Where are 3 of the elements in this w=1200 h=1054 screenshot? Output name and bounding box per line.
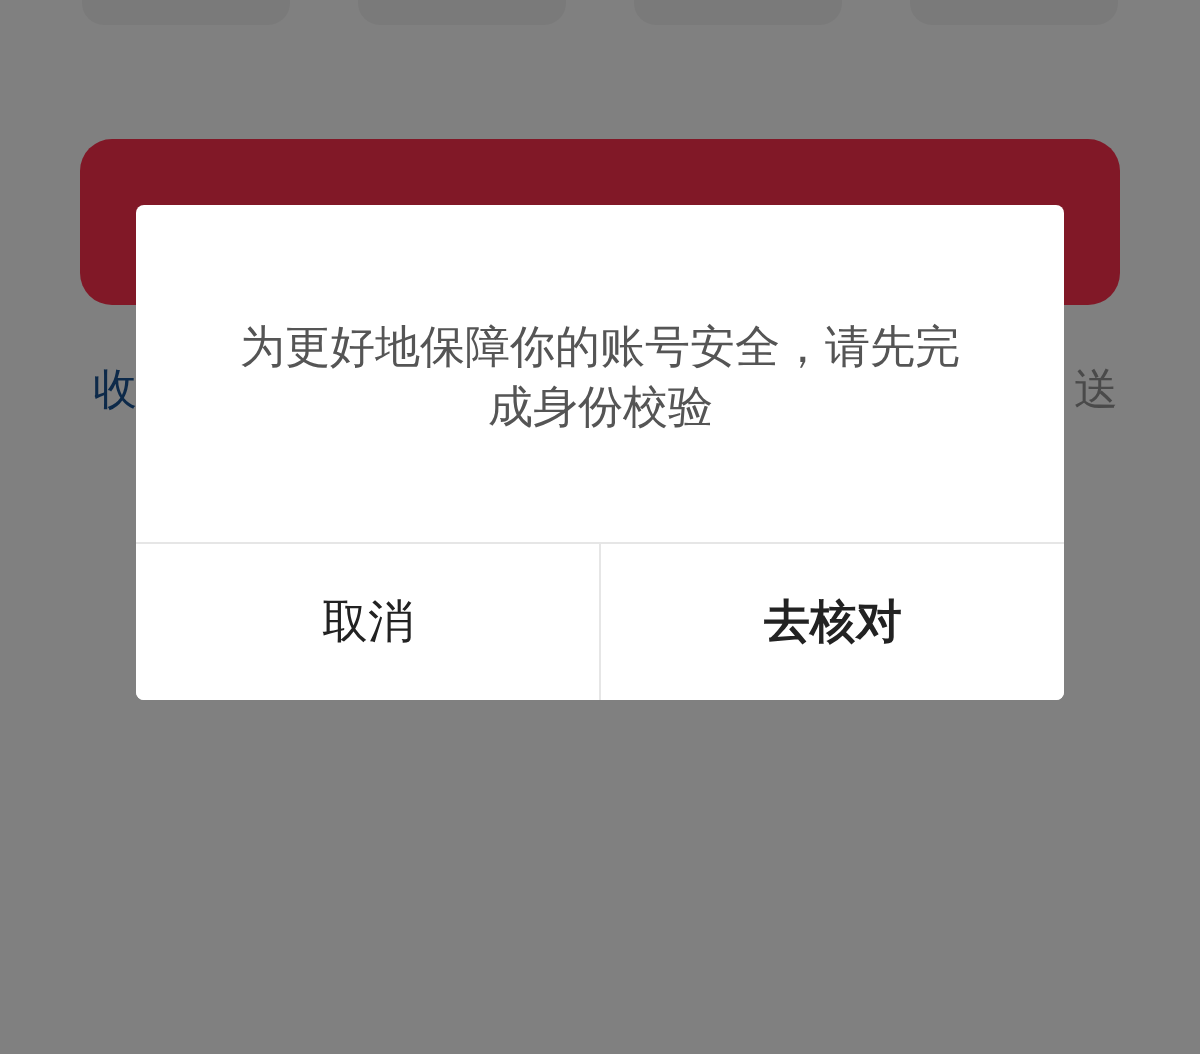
confirm-button[interactable]: 去核对 bbox=[599, 544, 1064, 700]
dialog-message: 为更好地保障你的账号安全，请先完成身份校验 bbox=[239, 319, 961, 435]
link-text[interactable]: 收 bbox=[93, 361, 137, 417]
